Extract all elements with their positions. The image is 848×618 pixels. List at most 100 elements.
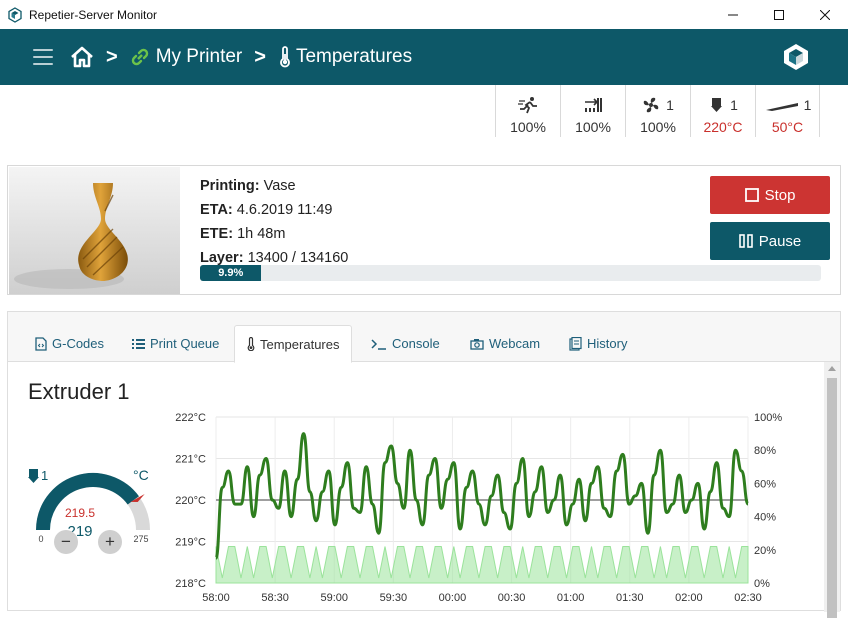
breadcrumb-printer[interactable]: My Printer [156, 46, 243, 68]
tab-history[interactable]: History [557, 325, 639, 362]
minimize-icon [728, 14, 738, 15]
fan-icon [643, 97, 659, 113]
x-tick-label: 00:00 [439, 592, 467, 604]
extruder-title: Extruder 1 [28, 379, 130, 404]
repetier-logo-icon[interactable] [782, 43, 810, 71]
history-icon [569, 336, 582, 351]
gauge-extruder-count: 1 [41, 468, 48, 483]
camera-icon [470, 338, 484, 350]
speed-icon [518, 97, 537, 114]
tab-label: Print Queue [150, 336, 220, 351]
stop-button[interactable]: Stop [710, 176, 830, 214]
y-left-tick-label: 222°C [175, 412, 206, 424]
extruder-gauge: 1 °C 219.5 219 0 275 − + [28, 462, 158, 567]
speed-value: 100% [510, 119, 546, 135]
print-progress-fill: 9.9% [200, 265, 262, 281]
printer-tabs-panel: G-Codes Print Queue Temperatures Console… [7, 311, 841, 618]
navigation-bar: > My Printer > Temperatures [0, 29, 848, 85]
ete-label: ETE: [200, 226, 234, 242]
y-left-tick-label: 220°C [175, 495, 206, 507]
x-tick-label: 01:30 [616, 592, 644, 604]
output-series-area [215, 546, 749, 584]
maximize-icon [774, 9, 784, 20]
list-icon [132, 338, 145, 349]
minus-icon: − [61, 532, 71, 551]
terminal-icon [371, 338, 386, 350]
temperature-series-line [214, 432, 750, 560]
y-right-tick-label: 0% [754, 578, 770, 590]
x-tick-label: 58:00 [202, 592, 230, 604]
tab-label: Temperatures [260, 336, 340, 352]
y-right-tick-label: 40% [754, 512, 776, 524]
flow-status[interactable]: 100% [560, 85, 625, 137]
menu-icon[interactable] [33, 49, 53, 65]
scrollbar-thumb[interactable] [827, 378, 837, 618]
thermometer-icon [280, 46, 290, 68]
ete-value: 1h 48m [237, 226, 286, 242]
window-title: Repetier-Server Monitor [29, 7, 158, 22]
tab-bar: G-Codes Print Queue Temperatures Console… [8, 312, 840, 363]
tab-console[interactable]: Console [359, 325, 452, 362]
tab-temperatures[interactable]: Temperatures [234, 325, 353, 363]
gauge-min: 0 [38, 534, 43, 542]
printing-label: Printing: [200, 178, 260, 194]
thermometer-icon [247, 337, 255, 351]
tab-print-queue[interactable]: Print Queue [120, 325, 231, 362]
speed-status[interactable]: 100% [495, 85, 560, 137]
close-window-button[interactable] [802, 0, 848, 29]
bed-count: 1 [803, 97, 812, 113]
plus-icon: + [105, 532, 115, 551]
extruder-small-icon [28, 469, 39, 483]
tab-gcodes[interactable]: G-Codes [23, 325, 116, 362]
maximize-button[interactable] [756, 0, 802, 29]
bed-icon [765, 103, 798, 111]
extruder-icon [711, 98, 723, 112]
temperature-chart: 222°C 221°C 220°C 219°C 218°C 100% 80% 60% 40% 20… [175, 412, 782, 604]
y-right-tick-label: 20% [754, 545, 776, 557]
x-tick-label: 02:00 [675, 592, 703, 604]
y-right-tick-label: 100% [754, 412, 782, 424]
x-tick-label: 59:00 [320, 592, 348, 604]
status-indicators: 100% 100% 1 100% 1 220°C 1 50°C [495, 85, 820, 141]
fan-value: 100% [640, 119, 676, 135]
layer-label: Layer: [200, 250, 244, 266]
extruder-status[interactable]: 1 220°C [690, 85, 755, 137]
vertical-scrollbar[interactable] [824, 362, 840, 618]
stop-label: Stop [764, 186, 796, 204]
y-left-tick-label: 221°C [175, 454, 206, 466]
scroll-up-icon[interactable] [828, 366, 836, 372]
minimize-button[interactable] [710, 0, 756, 29]
x-tick-label: 02:30 [734, 592, 762, 604]
stop-icon [744, 188, 759, 202]
x-tick-label: 01:00 [557, 592, 585, 604]
tab-label: History [587, 336, 628, 351]
x-tick-label: 58:30 [261, 592, 289, 604]
pause-icon [738, 234, 753, 248]
flow-icon [585, 98, 602, 112]
tab-label: G-Codes [52, 336, 105, 351]
home-icon[interactable] [70, 46, 94, 68]
job-info: Printing: Vase ETA: 4.6.2019 11:49 ETE: … [200, 174, 348, 270]
breadcrumb-separator: > [106, 45, 118, 68]
gauge-current-temp: 219.5 [65, 506, 95, 520]
decrease-temp-button[interactable]: − [54, 530, 78, 554]
fan-status[interactable]: 1 100% [625, 85, 690, 137]
pause-button[interactable]: Pause [710, 222, 830, 260]
close-icon [820, 9, 830, 20]
y-right-tick-label: 80% [754, 445, 776, 457]
tab-webcam[interactable]: Webcam [458, 325, 552, 362]
print-progress-bar: 9.9% [200, 265, 821, 281]
bed-status[interactable]: 1 50°C [755, 85, 820, 137]
model-preview-image [9, 167, 180, 294]
print-job-panel: Printing: Vase ETA: 4.6.2019 11:49 ETE: … [7, 165, 841, 295]
extruder-count: 1 [730, 97, 738, 113]
layer-value: 13400 / 134160 [247, 250, 349, 266]
y-left-tick-label: 218°C [175, 578, 206, 590]
gauge-max: 275 [133, 534, 148, 542]
increase-temp-button[interactable]: + [98, 530, 122, 554]
y-right-tick-label: 60% [754, 478, 776, 490]
eta-value: 4.6.2019 11:49 [236, 202, 333, 218]
app-icon [8, 6, 22, 23]
fan-count: 1 [666, 97, 674, 113]
tab-label: Webcam [489, 336, 541, 351]
